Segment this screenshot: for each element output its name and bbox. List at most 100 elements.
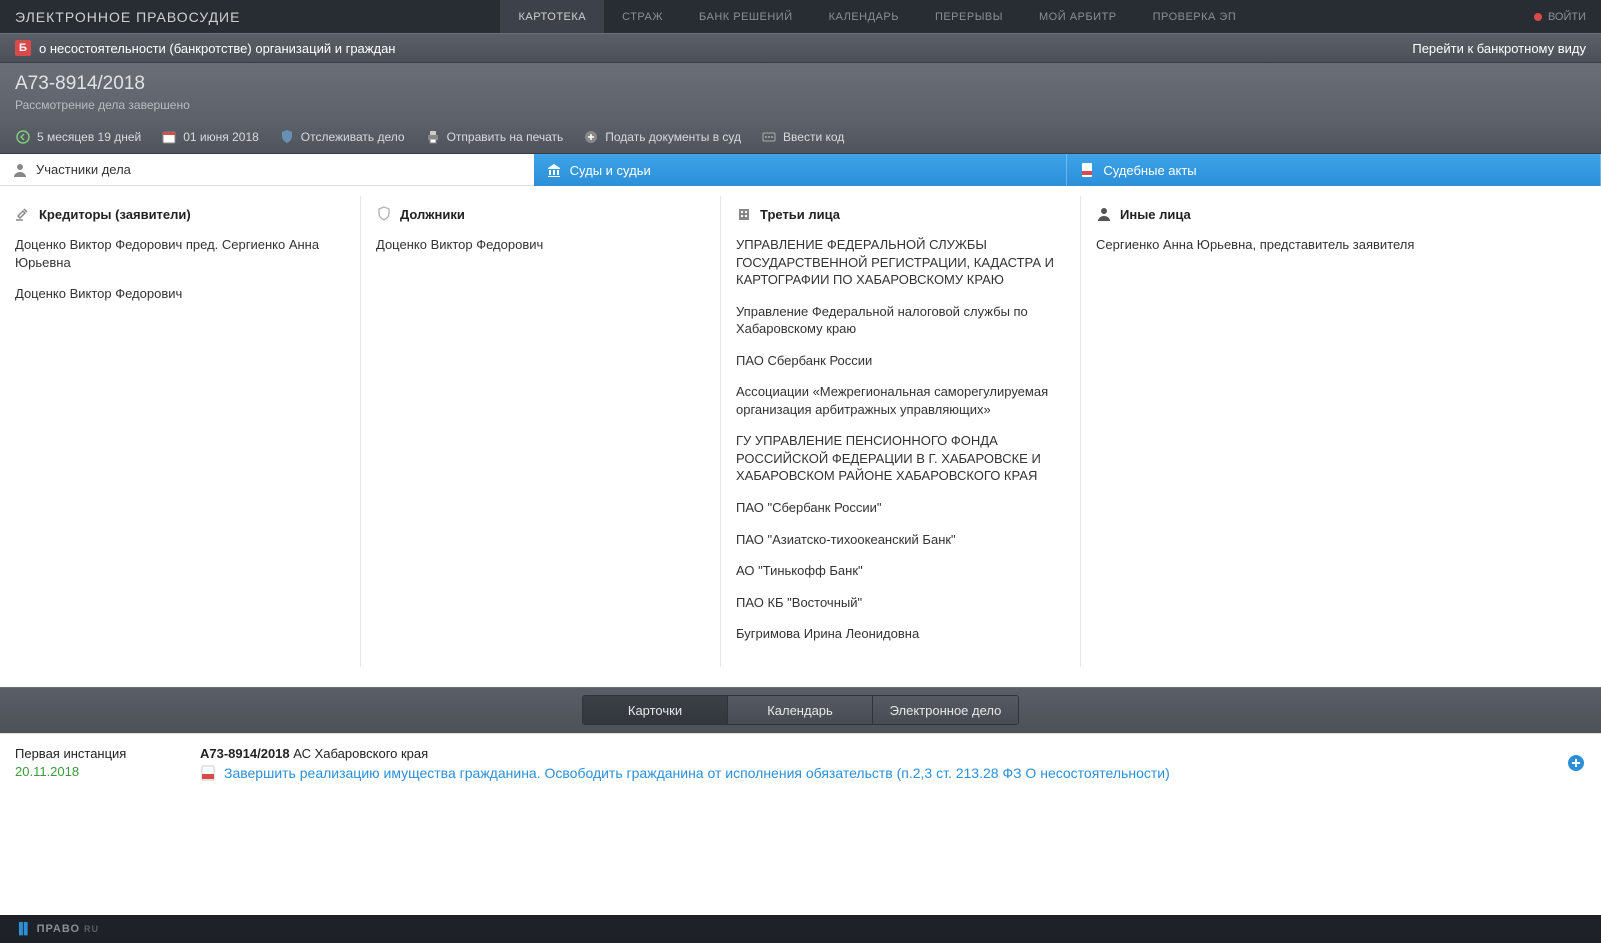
track-case-button[interactable]: Отслеживать дело: [279, 129, 405, 145]
third-parties-header: Третьи лица: [736, 206, 1065, 222]
duration-indicator: 5 месяцев 19 дней: [15, 129, 141, 145]
third-party-entry[interactable]: ГУ УПРАВЛЕНИЕ ПЕНСИОННОГО ФОНДА РОССИЙСК…: [736, 432, 1065, 485]
third-party-entry[interactable]: Ассоциации «Межрегиональная саморегулиру…: [736, 383, 1065, 418]
seg-cards[interactable]: Карточки: [583, 696, 728, 724]
enter-code-button[interactable]: Ввести код: [761, 129, 844, 145]
tab-courts[interactable]: Суды и судьи: [534, 154, 1068, 186]
third-party-entry[interactable]: УПРАВЛЕНИЕ ФЕДЕРАЛЬНОЙ СЛУЖБЫ ГОСУДАРСТВ…: [736, 236, 1065, 289]
print-label: Отправить на печать: [447, 130, 564, 144]
event-left: Первая инстанция 20.11.2018: [15, 746, 200, 779]
document-pdf-icon: [1079, 162, 1095, 178]
tab-acts-label: Судебные акты: [1103, 163, 1196, 178]
seg-edelo[interactable]: Электронное дело: [873, 696, 1018, 724]
third-party-entry[interactable]: Бугримова Ирина Леонидовна: [736, 625, 1065, 643]
courthouse-icon: [546, 162, 562, 178]
nav-moy-arbitr[interactable]: МОЙ АРБИТР: [1021, 0, 1135, 33]
debtors-title: Должники: [400, 207, 465, 222]
top-navigation: ЭЛЕКТРОННОЕ ПРАВОСУДИЕ КАРТОТЕКА СТРАЖ Б…: [0, 0, 1601, 33]
case-number: А73-8914/2018: [15, 73, 1586, 95]
other-persons-title: Иные лица: [1120, 207, 1191, 222]
instance-label: Первая инстанция: [15, 746, 200, 761]
debtors-column: Должники Доценко Виктор Федорович: [360, 196, 720, 667]
debtors-header: Должники: [376, 206, 705, 222]
case-ref-number: А73-8914/2018: [200, 746, 290, 761]
third-party-entry[interactable]: АО "Тинькофф Банк": [736, 562, 1065, 580]
section-tabs: Участники дела Суды и судьи Судебные акт…: [0, 154, 1601, 186]
nav-kalendar[interactable]: КАЛЕНДАРЬ: [811, 0, 917, 33]
login-status-icon: [1534, 13, 1542, 21]
case-event-row: Первая инстанция 20.11.2018 А73-8914/201…: [0, 733, 1601, 821]
third-party-entry[interactable]: Управление Федеральной налоговой службы …: [736, 303, 1065, 338]
lower-toolbar: Карточки Календарь Электронное дело: [0, 687, 1601, 733]
shield-icon: [279, 129, 295, 145]
case-ref-court: АС Хабаровского края: [290, 746, 429, 761]
document-line: Завершить реализацию имущества гражданин…: [200, 765, 1566, 781]
third-parties-column: Третьи лица УПРАВЛЕНИЕ ФЕДЕРАЛЬНОЙ СЛУЖБ…: [720, 196, 1080, 667]
seg-calendar[interactable]: Календарь: [728, 696, 873, 724]
third-parties-title: Третьи лица: [760, 207, 840, 222]
gavel-icon: [15, 206, 31, 222]
tab-courts-label: Суды и судьи: [570, 163, 651, 178]
nav-strazh[interactable]: СТРАЖ: [604, 0, 681, 33]
tab-participants[interactable]: Участники дела: [0, 154, 534, 186]
case-date: 01 июня 2018: [161, 129, 259, 145]
creditors-title: Кредиторы (заявители): [39, 207, 191, 222]
submit-docs-button[interactable]: Подать документы в суд: [583, 129, 741, 145]
event-date: 20.11.2018: [15, 764, 200, 779]
login-label: ВОЙТИ: [1548, 11, 1586, 23]
creditor-entry[interactable]: Доценко Виктор Федорович пред. Сергиенко…: [15, 236, 345, 271]
track-label: Отслеживать дело: [301, 130, 405, 144]
printer-icon: [425, 129, 441, 145]
nav-proverka-ep[interactable]: ПРОВЕРКА ЭП: [1135, 0, 1255, 33]
print-button[interactable]: Отправить на печать: [425, 129, 564, 145]
case-toolbar: 5 месяцев 19 дней 01 июня 2018 Отслежива…: [0, 120, 1601, 154]
event-middle: А73-8914/2018 АС Хабаровского края Завер…: [200, 746, 1566, 781]
document-link[interactable]: Завершить реализацию имущества гражданин…: [224, 765, 1170, 781]
building-icon: [736, 206, 752, 222]
person-icon: [12, 162, 28, 178]
footer-brand: ПРАВО: [37, 923, 80, 935]
subheader-text: о несостоятельности (банкротстве) органи…: [39, 41, 395, 56]
nav-pereryvy[interactable]: ПЕРЕРЫВЫ: [917, 0, 1021, 33]
debtor-entry[interactable]: Доценко Виктор Федорович: [376, 236, 705, 254]
expand-button[interactable]: [1566, 753, 1586, 773]
bankruptcy-view-link[interactable]: Перейти к банкротному виду: [1412, 41, 1586, 56]
bankruptcy-badge-icon: Б: [15, 40, 31, 56]
case-header: А73-8914/2018 Рассмотрение дела завершен…: [0, 63, 1601, 120]
other-persons-column: Иные лица Сергиенко Анна Юрьевна, предст…: [1080, 196, 1601, 667]
third-party-entry[interactable]: ПАО "Сбербанк России": [736, 499, 1065, 517]
pdf-icon: [200, 765, 216, 781]
login-button[interactable]: ВОЙТИ: [1534, 11, 1586, 23]
third-party-entry[interactable]: ПАО "Азиатско-тихоокеанский Банк": [736, 531, 1065, 549]
keypad-icon: [761, 129, 777, 145]
creditors-column: Кредиторы (заявители) Доценко Виктор Фед…: [0, 196, 360, 667]
logo-mark-icon: ▐▌: [15, 923, 33, 935]
view-segmented-control: Карточки Календарь Электронное дело: [582, 695, 1019, 725]
person-solid-icon: [1096, 206, 1112, 222]
nav-items: КАРТОТЕКА СТРАЖ БАНК РЕШЕНИЙ КАЛЕНДАРЬ П…: [500, 0, 1254, 33]
other-person-entry[interactable]: Сергиенко Анна Юрьевна, представитель за…: [1096, 236, 1586, 254]
submit-label: Подать документы в суд: [605, 130, 741, 144]
subheader: Б о несостоятельности (банкротстве) орга…: [0, 33, 1601, 63]
tab-participants-label: Участники дела: [36, 162, 131, 177]
shield-outline-icon: [376, 206, 392, 222]
creditor-entry[interactable]: Доценко Виктор Федорович: [15, 285, 345, 303]
brand-title: ЭЛЕКТРОННОЕ ПРАВОСУДИЕ: [15, 9, 240, 25]
case-date-text: 01 июня 2018: [183, 130, 259, 144]
case-reference: А73-8914/2018 АС Хабаровского края: [200, 746, 1566, 761]
participants-panel: Кредиторы (заявители) Доценко Виктор Фед…: [0, 186, 1601, 687]
case-status: Рассмотрение дела завершено: [15, 98, 1586, 112]
duration-text: 5 месяцев 19 дней: [37, 130, 141, 144]
calendar-icon: [161, 129, 177, 145]
footer-suffix: RU: [84, 924, 99, 934]
code-label: Ввести код: [783, 130, 844, 144]
third-party-entry[interactable]: ПАО КБ "Восточный": [736, 594, 1065, 612]
arrow-left-icon: [15, 129, 31, 145]
other-persons-header: Иные лица: [1096, 206, 1586, 222]
nav-bank-resheniy[interactable]: БАНК РЕШЕНИЙ: [681, 0, 811, 33]
plus-circle-icon: [583, 129, 599, 145]
nav-kartoteka[interactable]: КАРТОТЕКА: [500, 0, 604, 33]
tab-acts[interactable]: Судебные акты: [1067, 154, 1601, 186]
third-party-entry[interactable]: ПАО Сбербанк России: [736, 352, 1065, 370]
footer-logo[interactable]: ▐▌ ПРАВО RU: [15, 923, 99, 935]
